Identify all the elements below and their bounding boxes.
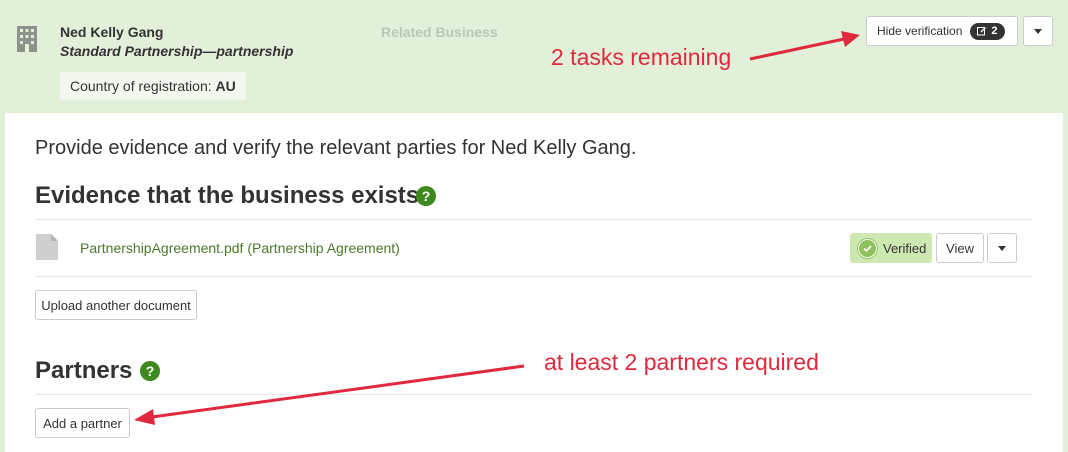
upload-document-button[interactable]: Upload another document bbox=[35, 290, 197, 320]
verification-panel bbox=[5, 113, 1063, 452]
building-icon bbox=[17, 26, 37, 52]
hide-verification-button[interactable]: Hide verification 2 bbox=[866, 16, 1018, 46]
country-value: AU bbox=[215, 78, 236, 94]
verified-label: Verified bbox=[883, 240, 927, 256]
related-business-label: Related Business bbox=[381, 24, 498, 40]
divider bbox=[35, 219, 1032, 220]
add-partner-button[interactable]: Add a partner bbox=[35, 408, 130, 438]
divider bbox=[35, 394, 1032, 395]
verified-badge: Verified bbox=[850, 233, 932, 263]
annotation-tasks-remaining: 2 tasks remaining bbox=[551, 44, 732, 70]
document-icon bbox=[36, 234, 58, 260]
evidence-heading: Evidence that the business exists bbox=[35, 182, 420, 209]
edit-icon bbox=[977, 27, 987, 36]
partners-heading: Partners bbox=[35, 357, 133, 384]
check-icon bbox=[858, 238, 877, 258]
view-document-button[interactable]: View bbox=[936, 233, 984, 263]
document-link[interactable]: PartnershipAgreement.pdf (Partnership Ag… bbox=[80, 240, 400, 256]
divider bbox=[35, 276, 1032, 277]
document-dropdown-button[interactable] bbox=[987, 233, 1017, 263]
partners-help-icon[interactable]: ? bbox=[140, 361, 160, 381]
chevron-down-icon bbox=[998, 245, 1006, 251]
verification-dropdown-button[interactable] bbox=[1023, 16, 1053, 46]
hide-verification-label: Hide verification bbox=[877, 24, 963, 38]
task-count: 2 bbox=[991, 25, 998, 37]
business-name: Ned Kelly Gang bbox=[60, 24, 164, 40]
country-label: Country of registration: bbox=[70, 78, 212, 94]
country-of-registration: Country of registration: AU bbox=[60, 72, 246, 100]
business-type: Standard Partnership—partnership bbox=[60, 43, 294, 59]
evidence-help-icon[interactable]: ? bbox=[416, 186, 436, 206]
task-count-badge: 2 bbox=[970, 22, 1005, 40]
annotation-partners-required: at least 2 partners required bbox=[544, 349, 819, 375]
intro-text: Provide evidence and verify the relevant… bbox=[35, 137, 637, 159]
chevron-down-icon bbox=[1034, 28, 1042, 34]
